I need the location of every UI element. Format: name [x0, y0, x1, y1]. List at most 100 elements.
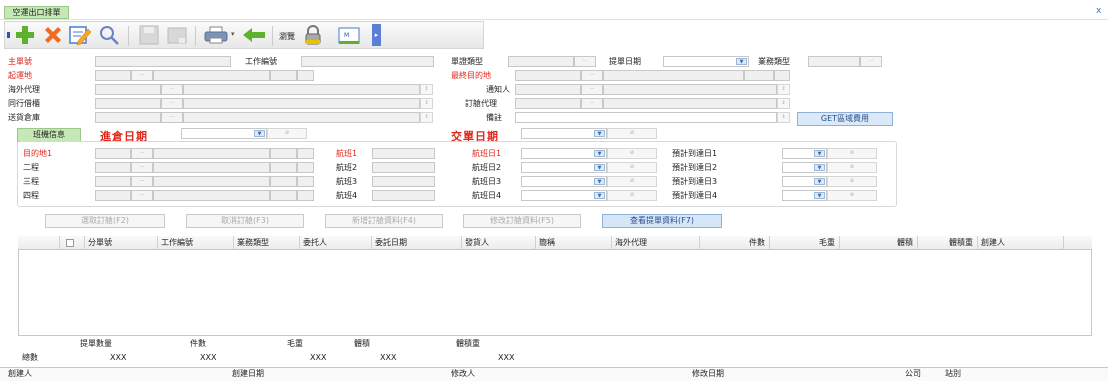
chevron-down-icon[interactable]: ▼ — [814, 178, 825, 185]
job-no-input[interactable] — [301, 56, 434, 67]
final-dest-extra-input[interactable] — [744, 70, 774, 81]
leg-dest-code-input[interactable] — [95, 162, 131, 173]
leg-eta-picker[interactable]: ▼ — [782, 176, 827, 187]
leg-dest-extra2-input[interactable] — [297, 176, 314, 187]
leg-dest-extra-input[interactable] — [270, 176, 297, 187]
chevron-down-icon[interactable]: ▼ — [254, 130, 265, 137]
save-icon[interactable] — [138, 24, 160, 46]
delivery-wh-name-input[interactable] — [183, 112, 420, 123]
fetch-booking-button[interactable]: 選取訂艙(F2) — [45, 214, 165, 228]
doc-type-input[interactable] — [508, 56, 574, 67]
chevron-down-icon[interactable]: ▼ — [814, 150, 825, 157]
col-commission-date-header[interactable]: 委託日期 — [372, 236, 462, 250]
leg-eta-time-spin[interactable]: ⊘ — [827, 148, 877, 159]
notify-lookup-button[interactable]: ··· — [581, 84, 603, 95]
col-overseas-agent-header[interactable]: 海外代理 — [612, 236, 700, 250]
delivery-wh-spin[interactable]: ↕ — [420, 112, 433, 123]
chevron-down-icon[interactable]: ▼ — [736, 58, 747, 65]
col-sub-no-header[interactable]: 分單號 — [85, 236, 158, 250]
leg-dest-extra2-input[interactable] — [297, 148, 314, 159]
col-client-header[interactable]: 委托人 — [300, 236, 372, 250]
get-region-fee-button[interactable]: GET區域費用 — [797, 112, 893, 126]
leg-dest-code-input[interactable] — [95, 190, 131, 201]
leg-eta-time-spin[interactable]: ⊘ — [827, 190, 877, 201]
leg-dest-name-input[interactable] — [153, 162, 270, 173]
chevron-down-icon[interactable]: ▼ — [814, 164, 825, 171]
main-no-input[interactable] — [95, 56, 231, 67]
col-gross-weight-header[interactable]: 毛重 — [770, 236, 840, 250]
col-job-no-header[interactable]: 工作編號 — [158, 236, 234, 250]
col-volume-weight-header[interactable]: 體積重 — [918, 236, 978, 250]
leg-eta-picker[interactable]: ▼ — [782, 148, 827, 159]
leg-dest-code-input[interactable] — [95, 176, 131, 187]
leg-flight-time-spin[interactable]: ⊘ — [607, 162, 657, 173]
business-type-input[interactable] — [808, 56, 860, 67]
delivery-wh-code-input[interactable] — [95, 112, 161, 123]
overseas-agent-spin[interactable]: ↕ — [420, 84, 433, 95]
chevron-down-icon[interactable]: ▼ — [594, 130, 605, 137]
booking-agent-name-input[interactable] — [603, 98, 777, 109]
chevron-down-icon[interactable]: ▼ — [594, 150, 605, 157]
bl-date-picker[interactable]: ▼ — [663, 56, 749, 67]
chevron-down-icon[interactable]: ▼ — [594, 192, 605, 199]
booking-agent-spin[interactable]: ↕ — [777, 98, 790, 109]
leg-eta-picker[interactable]: ▼ — [782, 162, 827, 173]
doc-type-lookup-button[interactable]: ··· — [574, 56, 596, 67]
leg-flight-input[interactable] — [372, 176, 435, 187]
toolbar-overflow-button[interactable]: ▸ — [372, 24, 381, 46]
back-arrow-icon[interactable] — [241, 24, 267, 46]
origin-code-input[interactable] — [95, 70, 131, 81]
leg-dest-extra2-input[interactable] — [297, 162, 314, 173]
browse-button[interactable]: 瀏覽 — [279, 31, 295, 42]
leg-flight-date-picker[interactable]: ▼ — [521, 176, 607, 187]
remark-spin[interactable]: ↕ — [777, 112, 790, 123]
edit-icon[interactable] — [68, 24, 92, 46]
leg-dest-lookup-button[interactable]: ··· — [131, 148, 153, 159]
printer-icon[interactable] — [203, 24, 229, 46]
handover-time-spin[interactable]: ⊘ — [607, 128, 657, 139]
chevron-down-icon[interactable]: ▼ — [594, 164, 605, 171]
leg-flight-date-picker[interactable]: ▼ — [521, 148, 607, 159]
leg-flight-date-picker[interactable]: ▼ — [521, 162, 607, 173]
leg-dest-extra-input[interactable] — [270, 162, 297, 173]
handover-date-picker[interactable]: ▼ — [521, 128, 607, 139]
col-business-type-header[interactable]: 業務類型 — [234, 236, 300, 250]
flight-info-tab[interactable]: 班機信息 — [17, 128, 81, 142]
leg-dest-lookup-button[interactable]: ··· — [131, 162, 153, 173]
tab-air-export[interactable]: 空運出口排單 — [4, 6, 69, 19]
col-volume-header[interactable]: 體積 — [840, 236, 918, 250]
booking-agent-code-input[interactable] — [515, 98, 581, 109]
origin-extra2-input[interactable] — [297, 70, 314, 81]
view-bl-button[interactable]: 查看提單資料(F7) — [602, 214, 722, 228]
final-dest-name-input[interactable] — [603, 70, 744, 81]
print-preview-icon[interactable] — [166, 24, 188, 46]
modify-booking-button[interactable]: 修改訂艙資料(F5) — [463, 214, 581, 228]
peer-agent-lookup-button[interactable]: ··· — [161, 98, 183, 109]
leg-eta-time-spin[interactable]: ⊘ — [827, 162, 877, 173]
leg-flight-input[interactable] — [372, 190, 435, 201]
leg-flight-input[interactable] — [372, 162, 435, 173]
leg-flight-date-picker[interactable]: ▼ — [521, 190, 607, 201]
notify-name-input[interactable] — [603, 84, 777, 95]
lock-icon[interactable] — [302, 24, 324, 46]
overseas-agent-name-input[interactable] — [183, 84, 420, 95]
booking-agent-lookup-button[interactable]: ··· — [581, 98, 603, 109]
final-dest-code-input[interactable] — [515, 70, 581, 81]
origin-name-input[interactable] — [153, 70, 270, 81]
leg-dest-code-input[interactable] — [95, 148, 131, 159]
search-icon[interactable] — [98, 24, 120, 46]
leg-dest-name-input[interactable] — [153, 148, 270, 159]
email-icon[interactable]: M — [336, 24, 362, 46]
leg-flight-input[interactable] — [372, 148, 435, 159]
leg-dest-lookup-button[interactable]: ··· — [131, 176, 153, 187]
notify-spin[interactable]: ↕ — [777, 84, 790, 95]
business-type-lookup-button[interactable]: ··· — [860, 56, 882, 67]
leg-flight-time-spin[interactable]: ⊘ — [607, 190, 657, 201]
origin-lookup-button[interactable]: ··· — [131, 70, 153, 81]
in-wh-date-picker[interactable]: ▼ — [181, 128, 267, 139]
remark-input[interactable] — [515, 112, 777, 123]
overseas-agent-code-input[interactable] — [95, 84, 161, 95]
leg-flight-time-spin[interactable]: ⊘ — [607, 176, 657, 187]
close-icon[interactable]: x — [1096, 6, 1101, 16]
leg-dest-name-input[interactable] — [153, 190, 270, 201]
